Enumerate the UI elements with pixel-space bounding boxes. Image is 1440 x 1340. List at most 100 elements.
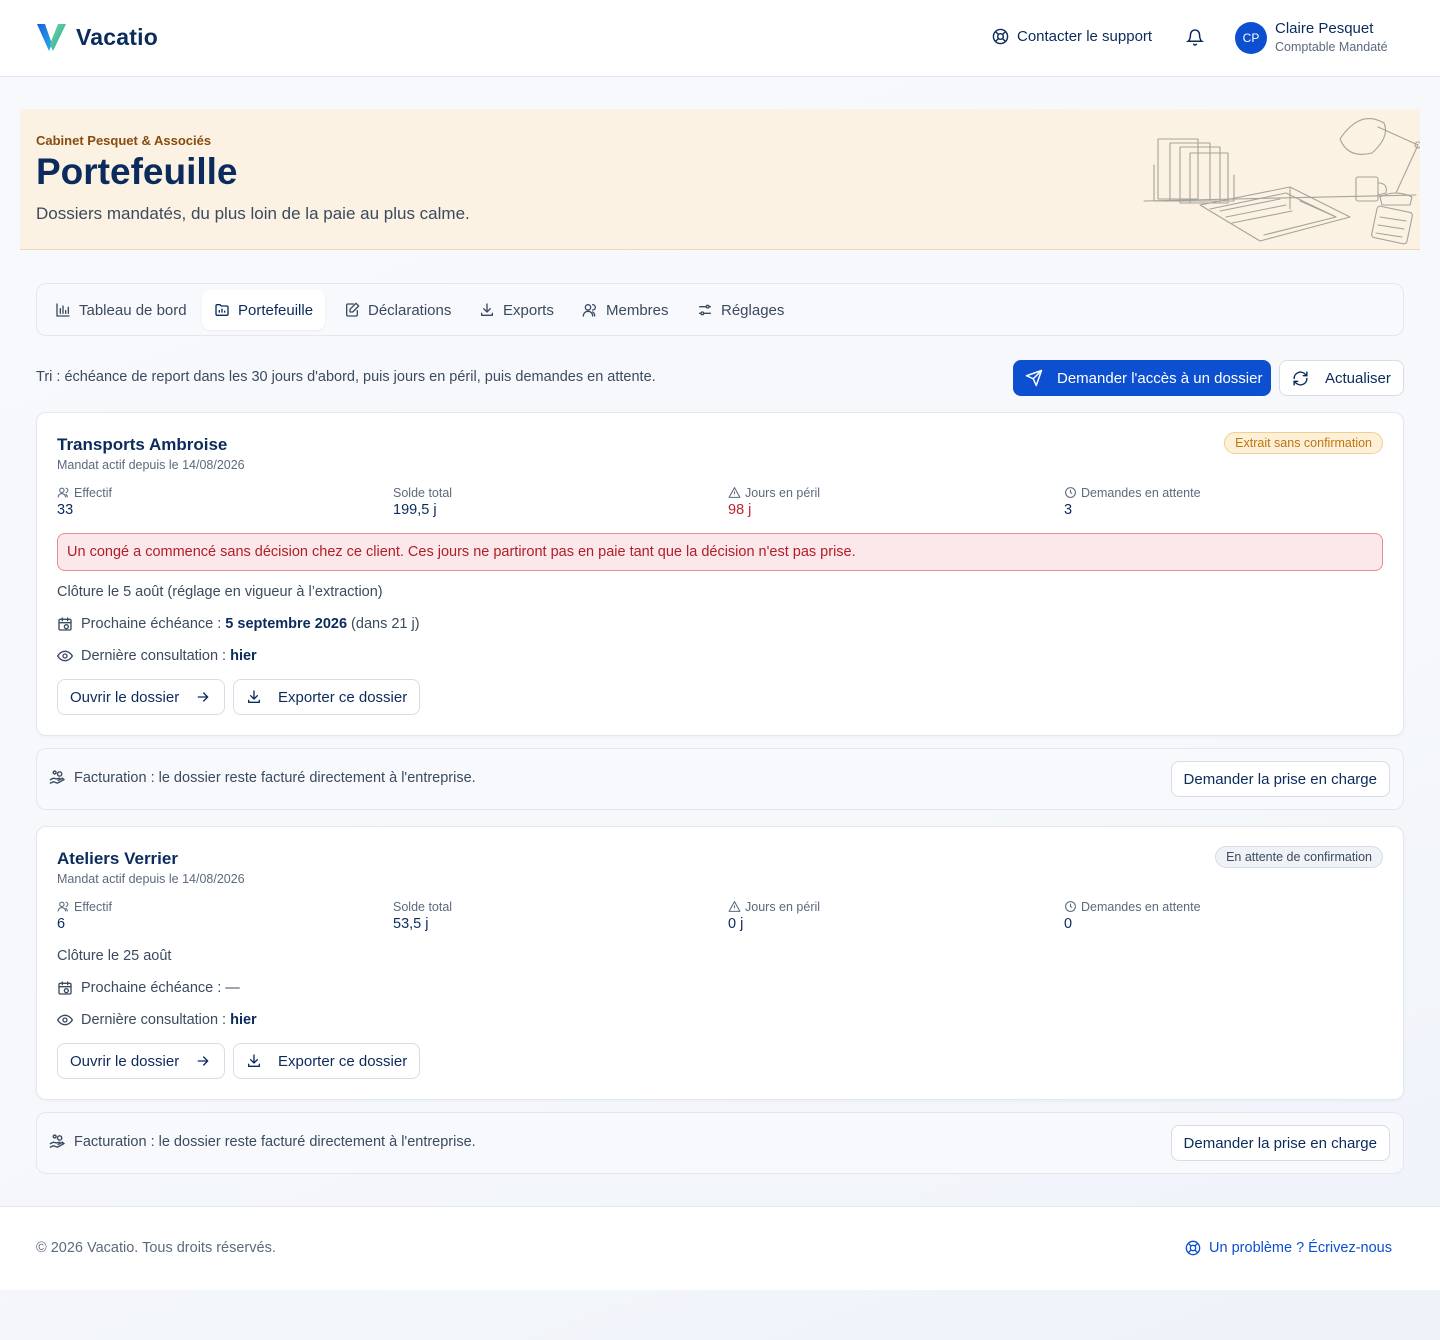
page-footer: © 2026 Vacatio. Tous droits réservés. Un… bbox=[0, 1206, 1440, 1290]
download-icon bbox=[246, 1053, 262, 1069]
tab-label: Portefeuille bbox=[238, 301, 314, 319]
brand[interactable]: Vacatio bbox=[36, 22, 158, 52]
client-name: Transports Ambroise bbox=[57, 435, 228, 454]
request-coverage-button[interactable]: Demander la prise en charge bbox=[1170, 1125, 1390, 1161]
deadline-date: 5 septembre 2026 bbox=[225, 616, 348, 632]
contact-us-link[interactable]: Un problème ? Écrivez-nous bbox=[1185, 1240, 1392, 1256]
user-role: Comptable Mandaté bbox=[1275, 40, 1388, 54]
tab-members[interactable]: Membres bbox=[570, 290, 681, 330]
closing-info: Clôture le 25 août bbox=[57, 948, 171, 964]
next-deadline: Prochaine échéance : 5 septembre 2026 (d… bbox=[57, 616, 420, 632]
stat-value: 199,5 j bbox=[393, 502, 437, 518]
stat-value: 98 j bbox=[728, 502, 752, 518]
stat-peril: Jours en péril 98 j bbox=[728, 485, 820, 519]
sort-description: Tri : échéance de report dans les 30 jou… bbox=[36, 369, 656, 385]
download-icon bbox=[479, 302, 495, 318]
status-badge: Extrait sans confirmation bbox=[1224, 432, 1383, 454]
tab-label: Exports bbox=[503, 301, 554, 319]
export-folder-label: Exporter ce dossier bbox=[278, 1052, 408, 1070]
stat-value: 3 bbox=[1064, 502, 1073, 518]
stat-value: 33 bbox=[57, 502, 74, 518]
alert-banner: Un congé a commencé sans décision chez c… bbox=[57, 533, 1383, 571]
stat-label: Demandes en attente bbox=[1081, 485, 1201, 500]
billing-text: Facturation : le dossier reste facturé d… bbox=[74, 1133, 476, 1150]
stat-value: 0 bbox=[1064, 916, 1073, 932]
calendar-icon bbox=[57, 616, 73, 632]
next-deadline: Prochaine échéance : — bbox=[57, 980, 240, 996]
clock-icon bbox=[1064, 900, 1077, 913]
status-badge: En attente de confirmation bbox=[1215, 846, 1383, 868]
lifebuoy-icon bbox=[992, 28, 1009, 45]
notifications-bell-icon[interactable] bbox=[1186, 28, 1204, 47]
stat-solde: Solde total 199,5 j bbox=[393, 485, 452, 519]
arrow-right-icon bbox=[195, 689, 211, 705]
user-name: Claire Pesquet bbox=[1275, 20, 1374, 37]
billing-text: Facturation : le dossier reste facturé d… bbox=[74, 769, 476, 786]
tab-exports[interactable]: Exports bbox=[467, 290, 566, 330]
bar-chart-icon bbox=[55, 302, 71, 318]
tab-label: Réglages bbox=[721, 301, 785, 319]
export-folder-label: Exporter ce dossier bbox=[278, 688, 408, 706]
tab-label: Membres bbox=[606, 301, 669, 319]
page-hero: Cabinet Pesquet & Associés Portefeuille … bbox=[20, 109, 1420, 250]
closing-info: Clôture le 5 août (réglage en vigueur à … bbox=[57, 584, 383, 600]
calendar-icon bbox=[57, 980, 73, 996]
refresh-label: Actualiser bbox=[1325, 369, 1391, 387]
avatar[interactable]: CP bbox=[1235, 22, 1267, 54]
consultation-value: hier bbox=[230, 1012, 257, 1028]
stat-solde: Solde total 53,5 j bbox=[393, 899, 452, 933]
tab-declarations[interactable]: Déclarations bbox=[332, 290, 463, 330]
tab-portfolio[interactable]: Portefeuille bbox=[202, 290, 326, 330]
open-folder-button[interactable]: Ouvrir le dossier bbox=[57, 1043, 225, 1079]
arrow-right-icon bbox=[195, 1053, 211, 1069]
edit-document-icon bbox=[344, 302, 360, 318]
user-menu[interactable]: Claire Pesquet Comptable Mandaté bbox=[1275, 20, 1388, 54]
mandate-date: Mandat actif depuis le 14/08/2026 bbox=[57, 458, 245, 472]
consultation-value: hier bbox=[230, 648, 257, 664]
stat-value: 6 bbox=[57, 916, 66, 932]
folder-icon bbox=[214, 302, 230, 318]
request-access-label: Demander l'accès à un dossier bbox=[1057, 369, 1263, 387]
request-access-button[interactable]: Demander l'accès à un dossier bbox=[1013, 360, 1271, 396]
main-nav-tabs: Tableau de bord Portefeuille Déclaration… bbox=[36, 283, 1404, 336]
open-folder-label: Ouvrir le dossier bbox=[70, 1052, 180, 1070]
closing-text: Clôture le 5 août (réglage en vigueur à … bbox=[57, 584, 383, 600]
send-icon bbox=[1025, 369, 1043, 387]
page-subtitle: Dossiers mandatés, du plus loin de la pa… bbox=[36, 204, 470, 223]
refresh-button[interactable]: Actualiser bbox=[1279, 360, 1404, 396]
consultation-label: Dernière consultation : bbox=[81, 1012, 227, 1028]
firm-name: Cabinet Pesquet & Associés bbox=[36, 133, 212, 148]
stat-label: Effectif bbox=[74, 485, 112, 500]
support-label: Contacter le support bbox=[1017, 28, 1153, 45]
page-title: Portefeuille bbox=[36, 151, 238, 192]
tab-settings[interactable]: Réglages bbox=[685, 290, 796, 330]
users-icon bbox=[582, 302, 598, 318]
stat-value: 0 j bbox=[728, 916, 744, 932]
lifebuoy-icon bbox=[1185, 1240, 1201, 1256]
warning-triangle-icon bbox=[728, 900, 741, 913]
deadline-label: Prochaine échéance : bbox=[81, 980, 222, 996]
refresh-icon bbox=[1292, 370, 1309, 387]
desk-illustration-icon bbox=[1140, 109, 1420, 249]
open-folder-button[interactable]: Ouvrir le dossier bbox=[57, 679, 225, 715]
eye-icon bbox=[57, 648, 73, 664]
vacatio-logo-icon bbox=[36, 22, 67, 52]
contact-support-link[interactable]: Contacter le support bbox=[992, 28, 1152, 45]
eye-icon bbox=[57, 1012, 73, 1028]
request-coverage-button[interactable]: Demander la prise en charge bbox=[1170, 761, 1390, 797]
tab-dashboard[interactable]: Tableau de bord bbox=[43, 290, 199, 330]
deadline-label: Prochaine échéance : bbox=[81, 616, 222, 632]
deadline-delay: (dans 21 j) bbox=[351, 616, 420, 632]
export-folder-button[interactable]: Exporter ce dossier bbox=[233, 679, 420, 715]
sliders-icon bbox=[697, 302, 713, 318]
export-folder-button[interactable]: Exporter ce dossier bbox=[233, 1043, 420, 1079]
stat-label: Effectif bbox=[74, 899, 112, 914]
download-icon bbox=[246, 689, 262, 705]
stat-value: 53,5 j bbox=[393, 916, 429, 932]
stat-label: Demandes en attente bbox=[1081, 899, 1201, 914]
client-card: Transports Ambroise Mandat actif depuis … bbox=[36, 412, 1404, 736]
billing-bar: Facturation : le dossier reste facturé d… bbox=[36, 1112, 1404, 1174]
deadline-date: — bbox=[225, 980, 240, 996]
stat-label: Jours en péril bbox=[745, 899, 821, 914]
tab-label: Déclarations bbox=[368, 301, 452, 319]
